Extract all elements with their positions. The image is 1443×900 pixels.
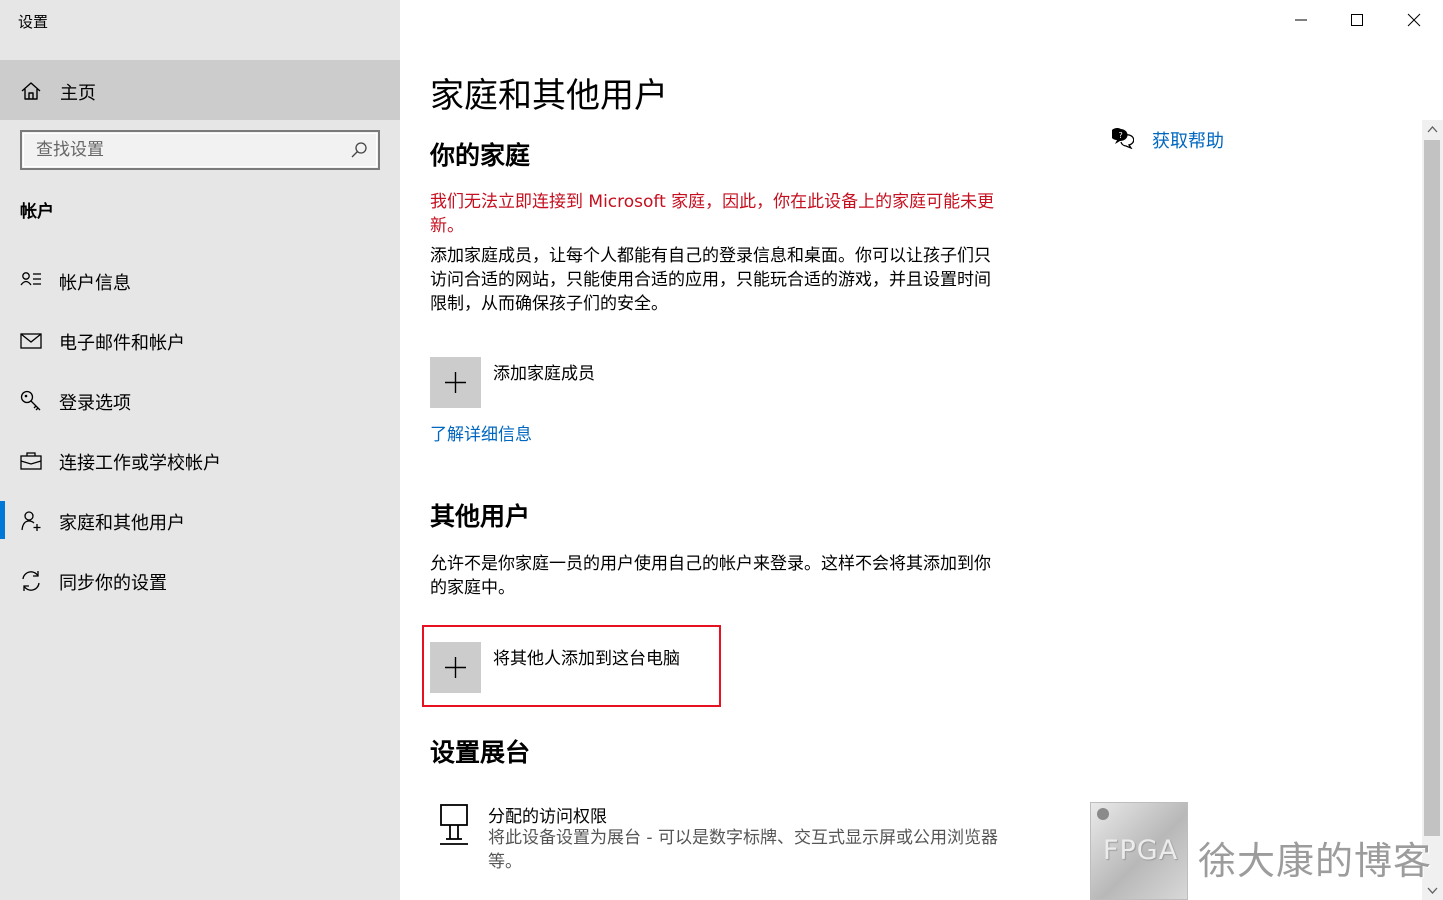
watermark-badge: FPGA bbox=[1090, 802, 1188, 900]
sidebar-item-sign-in[interactable]: 登录选项 bbox=[0, 373, 400, 429]
scrollbar[interactable] bbox=[1422, 120, 1443, 900]
minimize-icon bbox=[1295, 19, 1307, 21]
add-family-member-button[interactable]: 添加家庭成员 bbox=[430, 357, 710, 408]
person-list-icon bbox=[20, 270, 42, 292]
sidebar-home-label: 主页 bbox=[60, 83, 96, 104]
selected-indicator bbox=[0, 501, 5, 539]
sync-icon bbox=[20, 570, 42, 592]
home-icon bbox=[20, 80, 42, 102]
sidebar-item-label: 帐户信息 bbox=[59, 273, 131, 294]
maximize-icon bbox=[1351, 14, 1363, 26]
app-title: 设置 bbox=[18, 13, 49, 31]
sidebar-item-label: 家庭和其他用户 bbox=[59, 513, 185, 534]
add-family-member-label: 添加家庭成员 bbox=[493, 364, 595, 384]
get-help-label: 获取帮助 bbox=[1152, 131, 1224, 152]
watermark-badge-text: FPGA bbox=[1103, 835, 1179, 866]
scroll-up-arrow-icon[interactable] bbox=[1422, 120, 1443, 140]
help-chat-icon: ? bbox=[1110, 127, 1135, 150]
sidebar: 设置 主页 帐户 帐户信息 电子邮件和帐户 登录选项 连接工作 bbox=[0, 0, 400, 900]
person-add-icon bbox=[20, 510, 42, 532]
svg-text:?: ? bbox=[1119, 131, 1123, 140]
close-button[interactable] bbox=[1386, 0, 1442, 40]
family-warning: 我们无法立即连接到 Microsoft 家庭，因此，你在此设备上的家庭可能未更新… bbox=[430, 192, 995, 236]
maximize-button[interactable] bbox=[1329, 0, 1385, 40]
sidebar-item-label: 连接工作或学校帐户 bbox=[59, 453, 221, 474]
other-users-heading: 其他用户 bbox=[430, 502, 531, 531]
page-title: 家庭和其他用户 bbox=[430, 76, 668, 116]
family-description: 添加家庭成员，让每个人都能有自己的登录信息和桌面。你可以让孩子们只访问合适的网站… bbox=[430, 246, 991, 314]
kiosk-display-icon[interactable] bbox=[437, 804, 471, 846]
other-users-description: 允许不是你家庭一员的用户使用自己的帐户来登录。这样不会将其添加到你的家庭中。 bbox=[430, 554, 991, 598]
watermark-dot bbox=[1097, 808, 1109, 820]
sidebar-item-account-info[interactable]: 帐户信息 bbox=[0, 253, 400, 309]
minimize-button[interactable] bbox=[1273, 0, 1329, 40]
sidebar-item-work-school[interactable]: 连接工作或学校帐户 bbox=[0, 433, 400, 489]
close-icon bbox=[1407, 13, 1421, 27]
search-icon[interactable] bbox=[350, 141, 368, 159]
search-input[interactable] bbox=[22, 132, 378, 168]
search-box[interactable] bbox=[20, 130, 380, 170]
kiosk-heading: 设置展台 bbox=[430, 738, 531, 767]
sidebar-item-sync[interactable]: 同步你的设置 bbox=[0, 553, 400, 609]
sidebar-item-label: 登录选项 bbox=[59, 393, 131, 414]
briefcase-icon bbox=[20, 450, 42, 472]
learn-more-link[interactable]: 了解详细信息 bbox=[430, 420, 532, 445]
scroll-thumb[interactable] bbox=[1424, 140, 1440, 836]
assigned-access-title[interactable]: 分配的访问权限 bbox=[488, 802, 607, 827]
mail-icon bbox=[20, 330, 42, 352]
sidebar-section-heading: 帐户 bbox=[20, 202, 54, 222]
plus-icon bbox=[430, 357, 481, 408]
sidebar-home[interactable]: 主页 bbox=[0, 60, 400, 120]
assigned-access-description: 将此设备设置为展台 - 可以是数字标牌、交互式显示屏或公用浏览器等。 bbox=[488, 828, 998, 872]
family-heading: 你的家庭 bbox=[430, 141, 531, 170]
sidebar-item-label: 同步你的设置 bbox=[59, 573, 167, 594]
sidebar-item-family[interactable]: 家庭和其他用户 bbox=[0, 493, 400, 549]
add-other-user-button[interactable]: 将其他人添加到这台电脑 bbox=[430, 642, 710, 693]
add-other-user-label: 将其他人添加到这台电脑 bbox=[493, 649, 680, 669]
plus-icon bbox=[430, 642, 481, 693]
watermark: FPGA 徐大康的博客 bbox=[1090, 802, 1443, 900]
watermark-text: 徐大康的博客 bbox=[1198, 839, 1433, 883]
key-icon bbox=[20, 390, 42, 412]
sidebar-item-email[interactable]: 电子邮件和帐户 bbox=[0, 313, 400, 369]
sidebar-item-label: 电子邮件和帐户 bbox=[59, 333, 185, 354]
